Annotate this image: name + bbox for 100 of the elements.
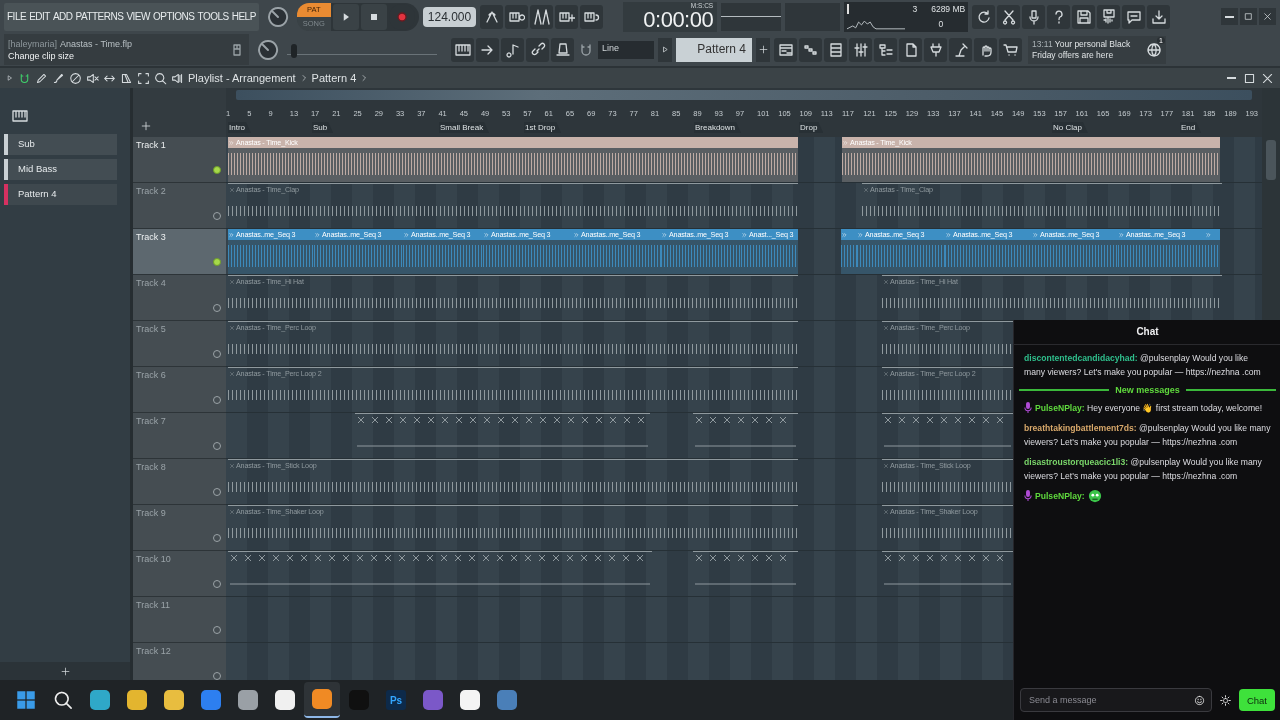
playlist-pattern: Pattern 4 <box>311 72 357 84</box>
track-header[interactable]: Track 5 <box>133 321 226 367</box>
document-button[interactable] <box>899 37 922 62</box>
track-header[interactable]: Track 3 <box>133 229 226 275</box>
close-button[interactable] <box>1260 71 1274 85</box>
menu-item[interactable]: ADD <box>52 11 73 22</box>
track-name: Track 12 <box>136 646 171 656</box>
pattern-item[interactable]: Sub <box>4 134 117 155</box>
keyboard-plus-button[interactable] <box>555 4 579 29</box>
hand-button[interactable] <box>974 37 997 62</box>
menu-item[interactable]: VIEW <box>126 11 150 22</box>
refresh-button[interactable] <box>972 4 996 29</box>
track-enable-toggle[interactable] <box>213 258 221 266</box>
chat-username[interactable]: PulseNPlay: <box>1035 489 1085 503</box>
pencil-icon <box>35 71 48 85</box>
track-header[interactable]: Track 12 <box>133 643 226 680</box>
save-button[interactable] <box>1072 4 1096 29</box>
track-enable-toggle[interactable] <box>213 166 221 174</box>
track-name: Track 11 <box>136 600 170 610</box>
chat-bubble-button[interactable] <box>1122 4 1146 29</box>
maximize-button[interactable] <box>1240 8 1257 25</box>
chat-button[interactable]: Chat <box>1238 689 1275 711</box>
track-header[interactable]: Track 2 <box>133 183 226 229</box>
track-header[interactable]: Track 1 <box>133 137 226 183</box>
add-track-button[interactable] <box>141 121 151 131</box>
slider-thumb[interactable] <box>291 44 298 58</box>
pattern-item[interactable]: Mid Bass <box>4 159 117 180</box>
audio-clip[interactable] <box>841 229 857 274</box>
maximize-button[interactable] <box>1242 71 1256 85</box>
menu-item[interactable]: PATTERNS <box>75 11 124 22</box>
cross-icon <box>883 324 889 331</box>
add-pattern-button[interactable] <box>756 37 770 62</box>
channel-rack-button[interactable] <box>824 37 847 62</box>
help-button[interactable] <box>1047 4 1071 29</box>
menu-item[interactable]: HELP <box>231 11 256 22</box>
minimize-button[interactable] <box>1221 8 1238 25</box>
timeline-marker[interactable]: Breakdown <box>694 122 742 133</box>
browser-button[interactable] <box>874 37 897 62</box>
app-icon <box>201 690 221 710</box>
emoji-icon <box>1193 694 1205 706</box>
track-header[interactable]: Track 10 <box>133 551 226 597</box>
save-audio-button[interactable] <box>1097 4 1121 29</box>
keyboard-button[interactable] <box>451 37 474 62</box>
timeline-marker[interactable]: Small Break <box>439 122 490 133</box>
ps-app-button[interactable]: Ps <box>378 682 414 718</box>
menu-item[interactable]: EDIT <box>29 11 50 22</box>
timeline-marker[interactable]: 1st Drop <box>524 122 562 133</box>
download-button[interactable] <box>1147 4 1171 29</box>
timeline-ruler[interactable] <box>226 88 1262 137</box>
pattern-item[interactable]: Pattern 4 <box>4 184 117 205</box>
track-name: Track 6 <box>136 370 166 380</box>
keyboard-loop-button[interactable] <box>580 4 604 29</box>
arrow-right-button[interactable] <box>476 37 499 62</box>
scissors-button[interactable] <box>997 4 1021 29</box>
countdown-button[interactable] <box>530 4 554 29</box>
timeline-marker[interactable]: No Clap <box>1052 122 1088 133</box>
message-input[interactable]: Send a message <box>1020 688 1212 712</box>
timeline-marker[interactable]: End <box>1180 122 1202 133</box>
timeline-marker[interactable]: Drop <box>799 122 824 133</box>
pattern-selector[interactable]: Pattern 4 <box>676 37 752 62</box>
overview-scrollbar[interactable] <box>236 90 1252 100</box>
pattern-arrow-button[interactable] <box>658 37 672 62</box>
audio-clip[interactable] <box>1205 229 1220 274</box>
timeline-marker[interactable]: Sub <box>312 122 334 133</box>
stop-button[interactable] <box>360 3 387 30</box>
minimize-button[interactable] <box>1224 77 1238 79</box>
microphone-button[interactable] <box>1022 4 1046 29</box>
menu-item[interactable]: OPTIONS <box>152 11 195 22</box>
close-button[interactable] <box>1259 8 1276 25</box>
mixer-button[interactable] <box>849 37 872 62</box>
clip-arrow-icon <box>1033 231 1039 238</box>
track-header[interactable]: Track 9 <box>133 505 226 551</box>
track-header[interactable]: Track 4 <box>133 275 226 321</box>
lamp-button[interactable] <box>949 37 972 62</box>
master-pitch-slider[interactable] <box>287 44 437 55</box>
play-button[interactable] <box>332 3 359 30</box>
timeline-marker[interactable]: Intro <box>228 122 251 133</box>
chat-message: breathtakingbattlement7ds: @pulsenplay Would you like many viewers? Let's make you popular — https://nezhna .com <box>1024 422 1271 449</box>
menu-item[interactable]: TOOLS <box>197 11 229 22</box>
bell-button[interactable] <box>551 37 574 62</box>
plug-button[interactable] <box>924 37 947 62</box>
step-sequencer-button[interactable] <box>799 37 822 62</box>
track-header[interactable]: Track 6 <box>133 367 226 413</box>
tempo-field[interactable]: 124.000 <box>422 6 477 27</box>
cross-icon <box>229 324 235 331</box>
track-header[interactable]: Track 11 <box>133 597 226 643</box>
cart-button[interactable] <box>999 37 1022 62</box>
playlist-button[interactable] <box>774 37 797 62</box>
clip-arrow-icon <box>858 231 864 238</box>
news-message: 13:11 Your personal Black Friday offers are here <box>1032 38 1132 61</box>
antenna-button[interactable] <box>480 4 504 29</box>
link-button[interactable] <box>526 37 549 62</box>
track-header[interactable]: Track 7 <box>133 413 226 459</box>
menu-item[interactable]: FILE <box>7 11 27 22</box>
track-header[interactable]: Track 8 <box>133 459 226 505</box>
note-button[interactable] <box>501 37 524 62</box>
keyboard-clock-button[interactable] <box>505 4 529 29</box>
settings-icon <box>1219 694 1231 706</box>
settings-button[interactable] <box>1219 694 1231 706</box>
snap-dropdown[interactable]: Line <box>598 40 654 59</box>
